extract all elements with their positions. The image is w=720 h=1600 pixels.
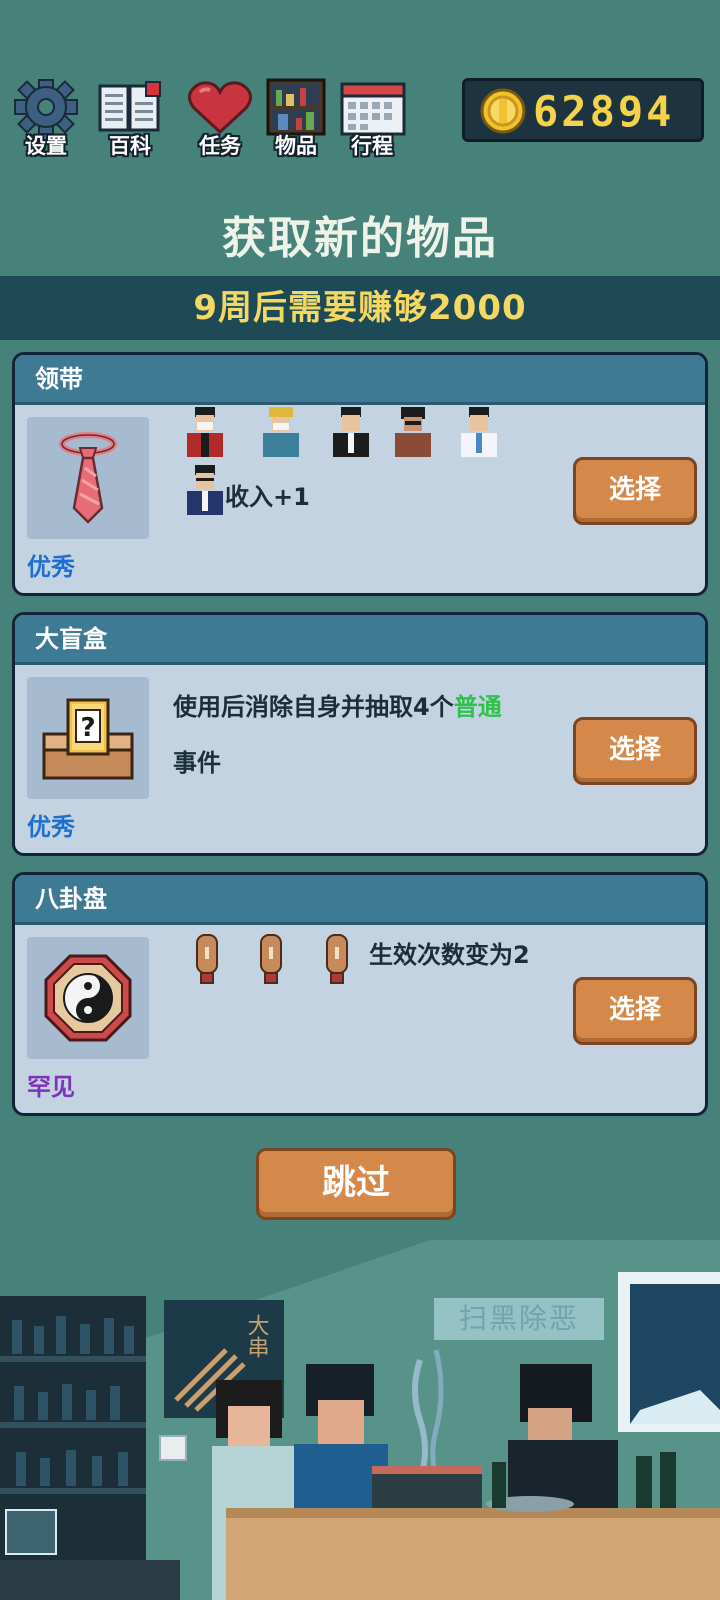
earning-goal: 9周后需要赚够2000 [0, 276, 720, 340]
item-name: 领带 [15, 355, 705, 405]
affected-tokens [196, 934, 348, 984]
tasks-label: 任务 [199, 134, 241, 158]
coin-icon [480, 88, 526, 134]
schedule-label: 行程 [351, 134, 393, 158]
svg-text:?: ? [80, 713, 95, 743]
choose-bagua-plate-button[interactable]: 选择 [573, 977, 697, 1045]
item-effect: 生效次数变为2 [369, 941, 530, 969]
window-icon [618, 1272, 720, 1432]
coin-amount: 62894 [533, 87, 675, 136]
items-label: 物品 [275, 134, 317, 158]
schedule-button[interactable]: 行程 [334, 78, 410, 158]
bottle-icon [660, 1452, 676, 1508]
coin-counter: 62894 [462, 78, 704, 142]
item-icon-frame [27, 937, 149, 1059]
rarity-label: 罕见 [27, 1073, 75, 1101]
top-bar: 设置 百科 任务 物品 行程 62894 [0, 72, 720, 162]
skip-button[interactable]: 跳过 [256, 1148, 456, 1220]
encyclopedia-label: 百科 [109, 134, 151, 158]
bottle-icon [636, 1456, 652, 1508]
poster-text: 大串 [244, 1314, 270, 1358]
item-name: 八卦盘 [15, 875, 705, 925]
restaurant-scene-illustration: 大串 扫黑除恶 [0, 1240, 720, 1600]
banner-text: 扫黑除恶 [459, 1302, 579, 1335]
wooden-token-icon [260, 934, 282, 984]
item-effect: 收入+1 [225, 483, 310, 511]
choose-blind-box-button[interactable]: 选择 [573, 717, 697, 785]
event-type-highlight: 普通 [453, 693, 502, 721]
character-black-suit-icon [333, 407, 369, 457]
page-title: 获取新的物品 [222, 213, 498, 264]
character-hardhat-worker-icon [263, 407, 299, 457]
heart-icon [187, 81, 253, 135]
wooden-token-icon [196, 934, 218, 984]
item-icon-frame: ? [27, 677, 149, 799]
item-effect-line1: 使用后消除自身并抽取4个普通 [173, 687, 502, 722]
tie-icon [59, 432, 117, 524]
settings-button[interactable]: 设置 [8, 78, 84, 158]
book-icon [98, 81, 161, 132]
character-navy-uniform-icon [187, 465, 223, 515]
wooden-token-icon [326, 934, 348, 984]
item-effect-text: 使用后消除自身并抽取4个 [173, 693, 454, 721]
encyclopedia-button[interactable]: 百科 [92, 78, 168, 158]
character-brown-coat-icon [395, 407, 431, 457]
item-effect-line2: 事件 [173, 749, 221, 777]
item-name: 大盲盒 [15, 615, 705, 665]
item-card-tie: 领带 优秀 收入+1 选择 [12, 352, 708, 596]
settings-label: 设置 [25, 134, 67, 158]
character-red-jacket-icon [187, 407, 223, 457]
bagua-plate-icon [44, 954, 132, 1042]
item-card-blind-box: 大盲盒 ? 优秀 使用后消除自身并抽取4个普通 事件 选择 [12, 612, 708, 856]
earning-goal-text: 9周后需要赚够2000 [193, 288, 527, 328]
wall-outlet-icon [159, 1435, 187, 1461]
shelf-icon [266, 78, 326, 136]
gear-icon [14, 79, 78, 135]
tasks-button[interactable]: 任务 [182, 78, 258, 158]
blind-box-icon: ? [42, 698, 134, 780]
rarity-label: 优秀 [27, 813, 75, 841]
item-icon-frame [27, 417, 149, 539]
bbq-grill-icon [372, 1466, 482, 1510]
table-icon [226, 1508, 720, 1600]
items-button[interactable]: 物品 [258, 78, 334, 158]
wall-banner: 扫黑除恶 [434, 1298, 604, 1340]
item-card-bagua-plate: 八卦盘 罕见 生效次数变为2 选择 [12, 872, 708, 1116]
bottle-icon [492, 1462, 506, 1508]
rarity-label: 优秀 [27, 553, 75, 581]
calendar-icon [340, 82, 406, 136]
character-doctor-icon [461, 407, 497, 457]
choose-tie-button[interactable]: 选择 [573, 457, 697, 525]
